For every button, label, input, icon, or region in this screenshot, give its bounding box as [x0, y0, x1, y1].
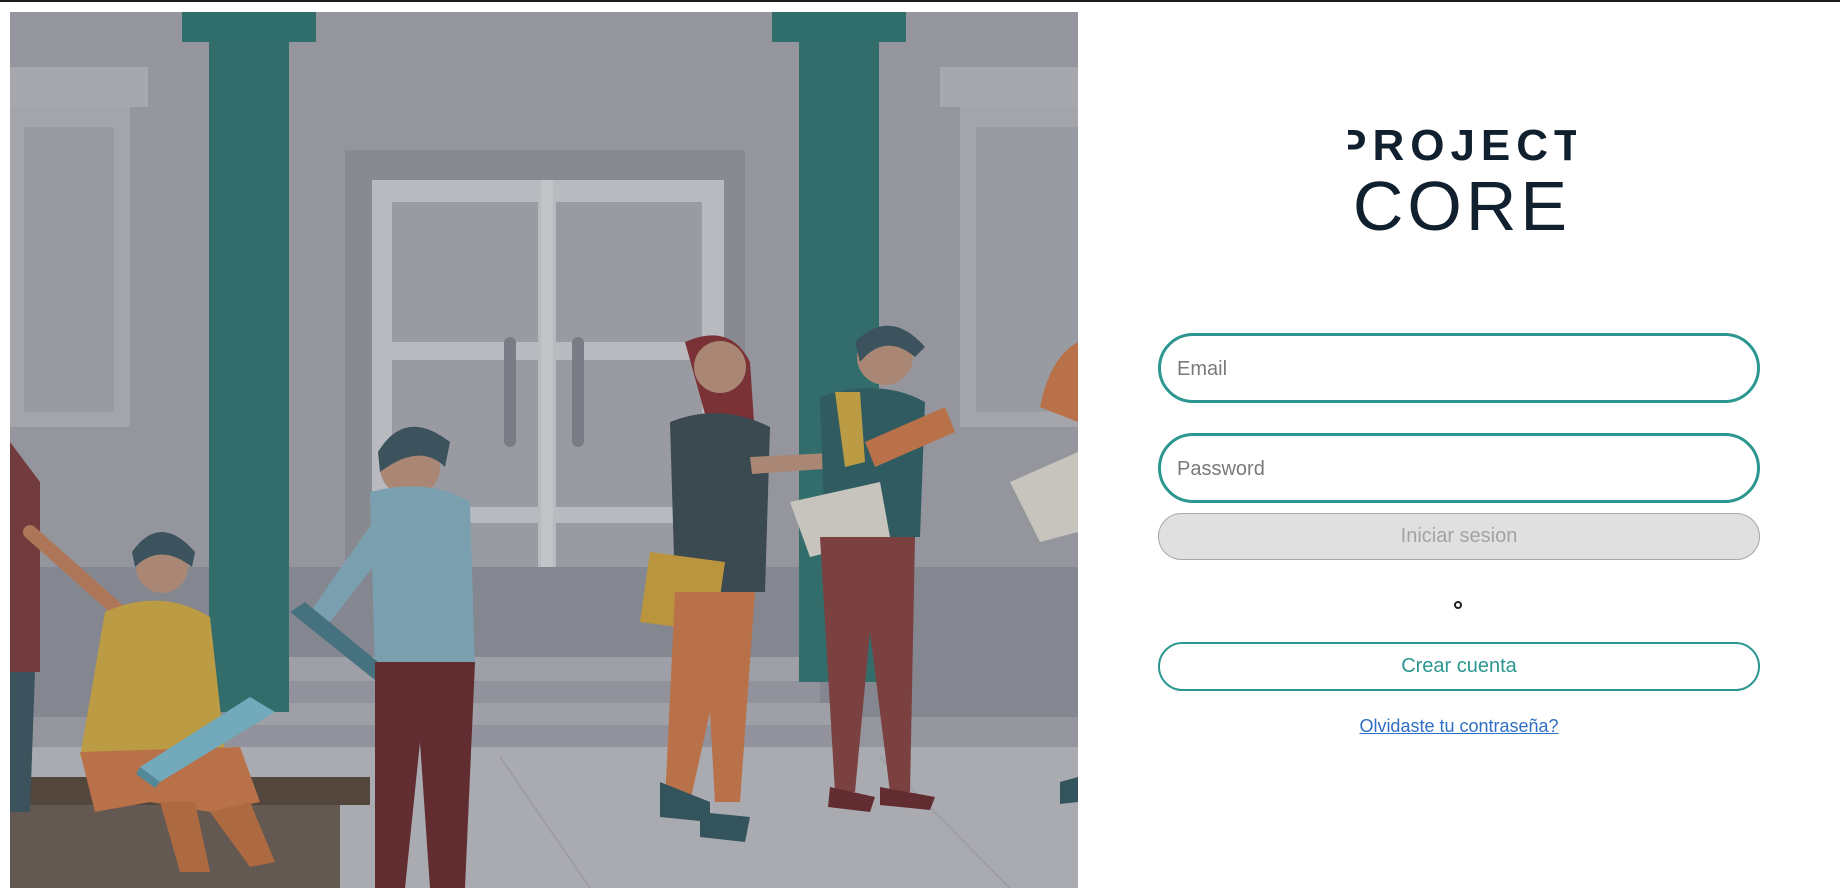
password-input[interactable]: [1175, 436, 1739, 502]
loading-spinner-icon: [1454, 601, 1462, 609]
login-button[interactable]: Iniciar sesion: [1158, 513, 1760, 560]
hero-illustration: [10, 12, 1078, 888]
svg-text:CORE: CORE: [1353, 167, 1571, 236]
project-core-logo: PROJECT CORE: [1348, 120, 1576, 236]
email-input[interactable]: [1175, 336, 1739, 402]
forgot-password-link[interactable]: Olvidaste tu contraseña?: [1158, 716, 1760, 737]
password-field[interactable]: [1158, 433, 1760, 503]
svg-text:PROJECT: PROJECT: [1348, 121, 1576, 170]
email-field[interactable]: [1158, 333, 1760, 403]
create-account-button[interactable]: Crear cuenta: [1158, 642, 1760, 691]
